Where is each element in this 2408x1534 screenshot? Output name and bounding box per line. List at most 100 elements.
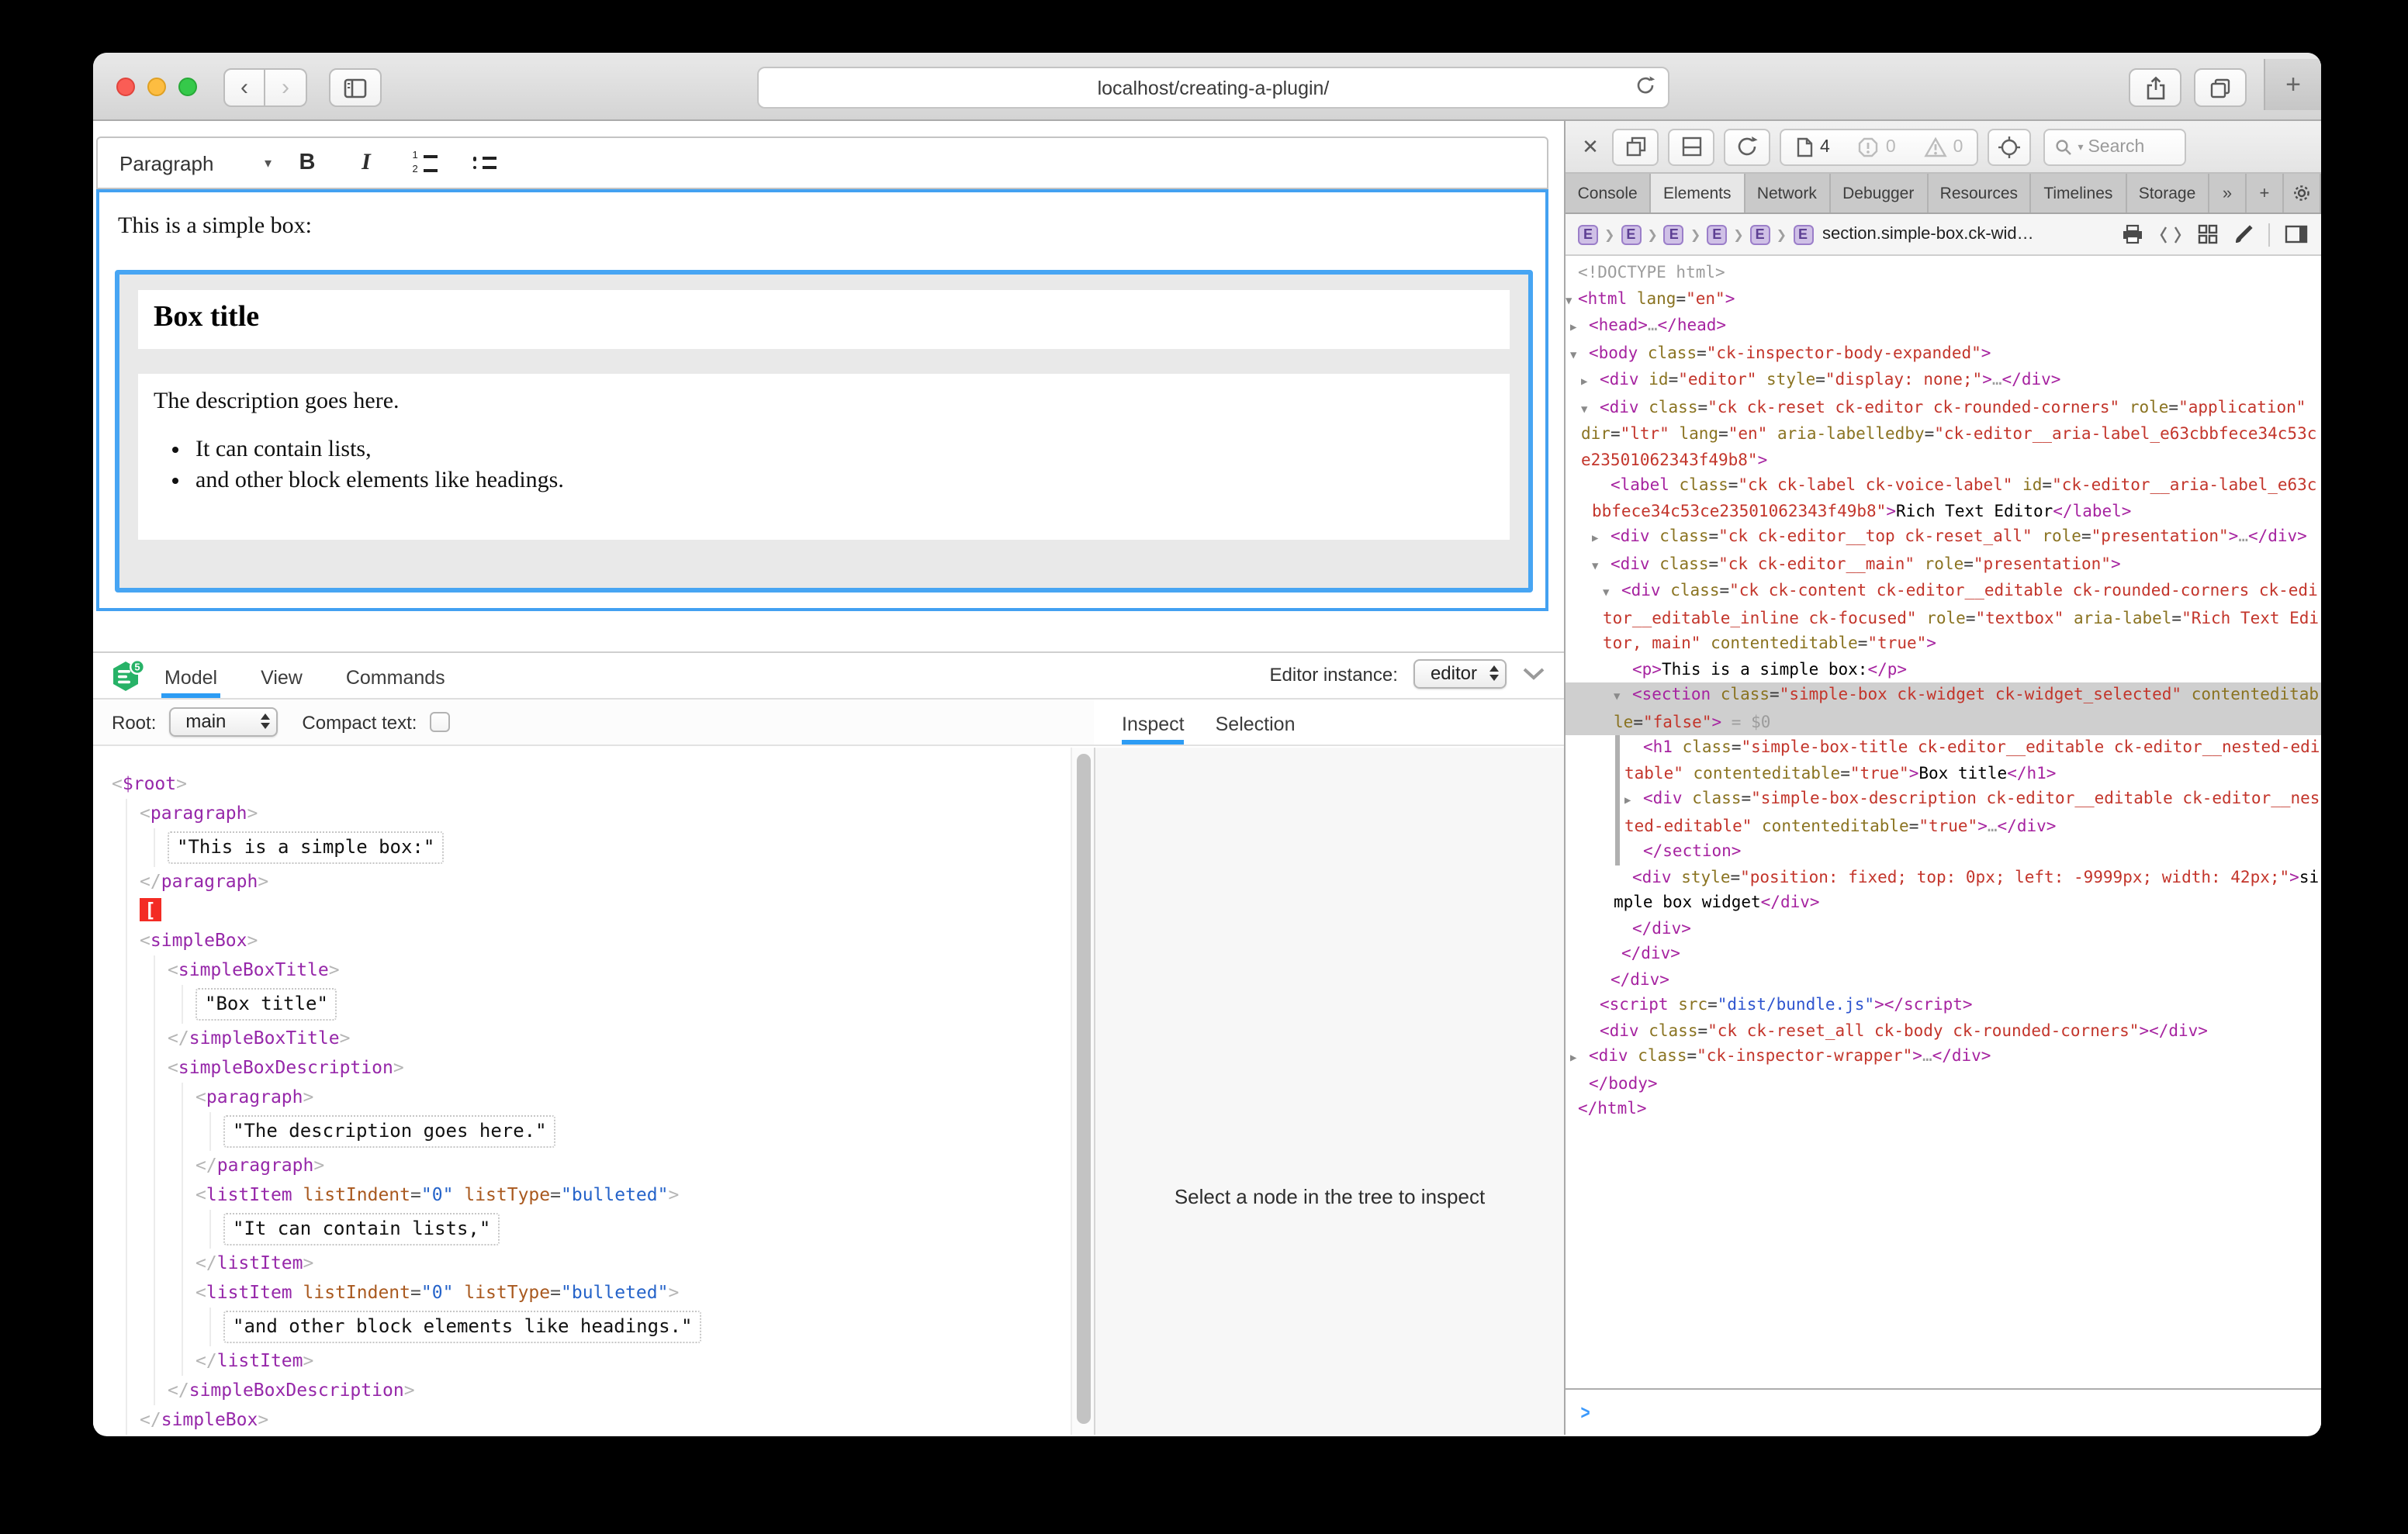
inspector-tab-view[interactable]: View (258, 667, 306, 698)
disclosure-collapsed-icon[interactable]: ▶ (1570, 315, 1589, 340)
model-element-close-tag[interactable]: </simpleBox> (140, 1405, 1071, 1435)
heading-dropdown[interactable]: Paragraph ▾ (119, 151, 293, 174)
root-select[interactable]: main (168, 707, 277, 737)
model-element-close-tag[interactable]: </listItem> (195, 1346, 1071, 1376)
dom-node[interactable]: <div class="ck ck-reset_all ck-body ck-r… (1566, 1018, 2321, 1044)
devtools-add-tab-button[interactable]: + (2247, 174, 2284, 212)
disclosure-collapsed-icon[interactable]: ▶ (1592, 526, 1611, 551)
dom-node[interactable]: ▶<div class="ck-inspector-wrapper">…</di… (1566, 1044, 2321, 1071)
model-text-node[interactable]: "The description goes here." (223, 1112, 1071, 1151)
dom-node[interactable]: ▼<div class="ck ck-reset ck-editor ck-ro… (1566, 395, 2321, 473)
model-element-close-tag[interactable]: </paragraph> (140, 867, 1071, 897)
model-element-open-tag[interactable]: <paragraph> (195, 1083, 1071, 1112)
devtools-search-field[interactable]: ▾ Search (2043, 128, 2186, 165)
forward-button[interactable]: › (265, 68, 307, 107)
zoom-window-button[interactable] (178, 78, 197, 96)
quick-console[interactable]: > (1566, 1388, 2321, 1435)
element-picker-button[interactable] (1988, 128, 2031, 165)
simple-box-title[interactable]: Box title (138, 290, 1510, 349)
reload-button[interactable] (1635, 74, 1656, 96)
bold-button[interactable]: B (293, 150, 321, 175)
inspector-tab-model[interactable]: Model (161, 667, 220, 698)
simple-box-widget[interactable]: Box title The description goes here. It … (115, 270, 1533, 593)
toggle-details-sidebar-button sidebar-right-icon[interactable] (2284, 223, 2309, 245)
minimize-window-button[interactable] (147, 78, 166, 96)
dom-node[interactable]: <h1 class="simple-box-title ck-editor__e… (1566, 735, 2321, 786)
close-window-button[interactable] (116, 78, 135, 96)
editor-paragraph[interactable]: This is a simple box: (118, 214, 1545, 240)
model-element-close-tag[interactable]: </simpleBoxDescription> (168, 1376, 1071, 1405)
address-bar[interactable]: localhost/creating-a-plugin/ (757, 67, 1669, 109)
dom-node[interactable]: ▶<div class="simple-box-description ck-e… (1566, 786, 2321, 839)
error-count-button[interactable]: 0 (1844, 130, 1910, 164)
dom-node[interactable]: <div style="position: fixed; top: 0px; l… (1566, 865, 2321, 916)
dom-node[interactable]: </div> (1566, 967, 2321, 993)
new-tab-button[interactable]: + (2264, 59, 2321, 110)
breadcrumb-element-badge[interactable]: E (1578, 224, 1598, 244)
editor-editable-area[interactable]: This is a simple box: Box title The desc… (96, 189, 1548, 611)
breadcrumb-element-badge[interactable]: E (1793, 224, 1813, 244)
dom-node[interactable]: <script src="dist/bundle.js"></script> (1566, 993, 2321, 1018)
disclosure-collapsed-icon[interactable]: ▶ (1570, 1045, 1589, 1071)
model-element-open-tag[interactable]: <paragraph> (140, 799, 1071, 828)
italic-button[interactable]: I (352, 150, 380, 176)
dom-node[interactable]: <!DOCTYPE html> (1566, 261, 2321, 286)
dom-node[interactable]: <label class="ck ck-label ck-voice-label… (1566, 473, 2321, 524)
model-element-open-tag[interactable]: <listItem listIndent="0" listType="bulle… (195, 1180, 1071, 1210)
disclosure-expanded-icon[interactable]: ▼ (1581, 396, 1600, 422)
disclosure-expanded-icon[interactable]: ▼ (1592, 553, 1611, 579)
breadcrumb-element-badge[interactable]: E (1664, 224, 1684, 244)
breadcrumb-element-badge[interactable]: E (1750, 224, 1770, 244)
warning-count-button[interactable]: 0 (1910, 130, 1977, 164)
side-tab-selection[interactable]: Selection (1216, 713, 1296, 745)
inspector-tab-commands[interactable]: Commands (343, 667, 448, 698)
compact-text-checkbox[interactable] (429, 712, 449, 732)
dom-node[interactable]: ▼<body class="ck-inspector-body-expanded… (1566, 340, 2321, 368)
numbered-list-button[interactable]: 1 2 (411, 151, 439, 174)
resource-count-button[interactable]: 4 (1781, 130, 1844, 164)
back-button[interactable]: ‹ (223, 68, 265, 107)
model-element-open-tag[interactable]: <simpleBox> (140, 926, 1071, 955)
model-text-node[interactable]: "It can contain lists," (223, 1210, 1071, 1249)
show-source-button code-icon[interactable] (2158, 224, 2183, 244)
scrollbar-thumb[interactable] (1077, 754, 1091, 1424)
model-element-open-tag[interactable]: <$root> (112, 769, 1071, 799)
reload-page-button[interactable] (1724, 128, 1770, 165)
devtools-tab-debugger[interactable]: Debugger (1831, 174, 1929, 212)
dom-node[interactable]: ▼<div class="ck ck-editor__main" role="p… (1566, 551, 2321, 579)
devtools-tab-console[interactable]: Console (1566, 174, 1651, 212)
dom-node[interactable]: </html> (1566, 1097, 2321, 1122)
devtools-tab-overflow[interactable]: » (2209, 174, 2247, 212)
disclosure-expanded-icon[interactable]: ▼ (1614, 684, 1632, 710)
disclosure-expanded-icon[interactable]: ▼ (1603, 580, 1621, 606)
dom-node[interactable]: </section> (1566, 839, 2321, 865)
detach-devtools-button[interactable] (1612, 128, 1659, 165)
model-element-open-tag[interactable]: <listItem listIndent="0" listType="bulle… (195, 1278, 1071, 1308)
model-text-node[interactable]: "Box title" (195, 985, 1071, 1024)
breadcrumb-element-badge[interactable]: E (1707, 224, 1727, 244)
dom-node[interactable]: ▶<div class="ck ck-editor__top ck-reset_… (1566, 524, 2321, 551)
model-text-node[interactable]: "and other block elements like headings.… (223, 1308, 1071, 1346)
model-element-close-tag[interactable]: </listItem> (195, 1249, 1071, 1278)
side-tab-inspect[interactable]: Inspect (1122, 713, 1185, 745)
devtools-tab-elements[interactable]: Elements (1651, 174, 1745, 212)
disclosure-expanded-icon[interactable]: ▼ (1570, 342, 1589, 368)
model-tree-scrollbar[interactable] (1071, 748, 1094, 1435)
breadcrumb-current-node[interactable]: section.simple-box.ck-wid… (1822, 225, 2034, 244)
dom-node[interactable]: </div> (1566, 941, 2321, 967)
dom-node-selected[interactable]: ▼<section class="simple-box ck-widget ck… (1566, 682, 2321, 735)
disclosure-collapsed-icon[interactable]: ▶ (1624, 788, 1643, 814)
devtools-tab-resources[interactable]: Resources (1928, 174, 2032, 212)
close-devtools-button[interactable]: ✕ (1578, 134, 1603, 159)
show-tabs-button[interactable] (2194, 68, 2247, 107)
devtools-settings-button[interactable] (2284, 174, 2321, 212)
devtools-tab-timelines[interactable]: Timelines (2032, 174, 2126, 212)
dom-node[interactable]: ▼<html lang="en"> (1566, 286, 2321, 313)
layout-grid-button grid-icon[interactable] (2197, 223, 2219, 245)
dom-node[interactable]: ▶<head>…</head> (1566, 313, 2321, 340)
dom-node[interactable]: ▼<div class="ck ck-content ck-editor__ed… (1566, 579, 2321, 657)
model-element-open-tag[interactable]: <simpleBoxTitle> (168, 955, 1071, 985)
editor-instance-select[interactable]: editor (1413, 659, 1507, 689)
model-element-close-tag[interactable]: </simpleBoxTitle> (168, 1024, 1071, 1053)
disclosure-collapsed-icon[interactable]: ▶ (1581, 369, 1600, 395)
